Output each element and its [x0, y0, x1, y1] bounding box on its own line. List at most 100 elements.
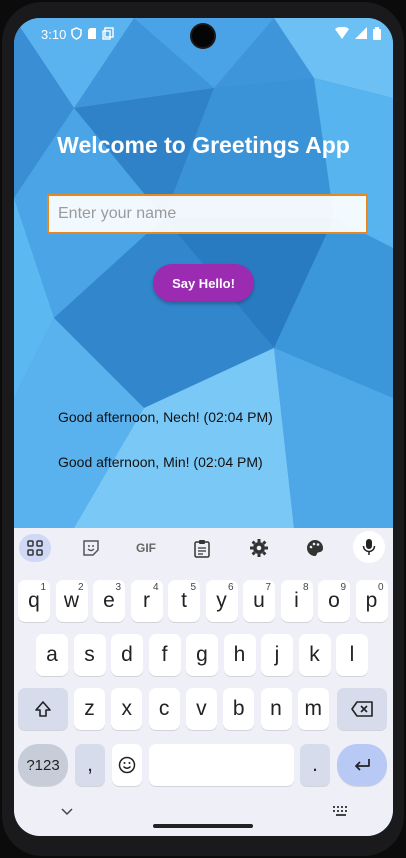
keyboard-switch-icon[interactable] [333, 806, 349, 816]
emoji-icon [118, 756, 136, 774]
key-hint: 7 [265, 582, 271, 593]
key-hint: 0 [377, 582, 384, 593]
key-g[interactable]: g [186, 634, 218, 676]
key-s[interactable]: s [73, 634, 106, 676]
phone-frame: 3:10 Welcome to Greetings App Say Hello!… [2, 2, 404, 856]
status-bar: 3:10 [14, 18, 393, 52]
palette-icon[interactable] [299, 534, 331, 562]
key-w[interactable]: w2 [55, 580, 88, 622]
status-time: 3:10 [41, 27, 67, 42]
key-label: i [294, 589, 299, 612]
key-v[interactable]: v [185, 688, 217, 730]
key-hint: 2 [77, 582, 84, 593]
emoji-key[interactable] [112, 744, 142, 786]
key-label: m [304, 697, 323, 720]
key-hint: 5 [190, 582, 196, 593]
key-d[interactable]: d [111, 634, 143, 676]
symbols-key[interactable]: ?123 [18, 744, 68, 786]
enter-key[interactable] [337, 744, 387, 786]
key-m[interactable]: m [297, 688, 329, 730]
screenshot-icon [102, 27, 114, 40]
key-x[interactable]: x [111, 688, 143, 730]
key-label: q [28, 589, 40, 612]
shield-icon [71, 27, 82, 40]
soft-keyboard: GIF q1w2e3r4t5y6u7i8o9p0 asdfghjkl zxcvb… [14, 528, 393, 836]
key-label: h [233, 643, 246, 666]
key-label: t [181, 589, 187, 612]
key-label: r [143, 589, 150, 612]
key-label: o [328, 589, 340, 612]
wifi-icon [335, 27, 349, 39]
key-label: w [63, 589, 80, 612]
navigation-bar [14, 798, 393, 836]
comma-key[interactable]: , [75, 744, 105, 786]
front-camera [192, 25, 214, 47]
key-k[interactable]: k [298, 634, 331, 676]
key-hint: 3 [115, 582, 121, 593]
key-label: y [216, 589, 227, 612]
keyboard-toolbar: GIF [14, 528, 393, 568]
key-hint: 4 [152, 582, 159, 593]
space-key[interactable] [149, 744, 294, 786]
key-label: n [270, 697, 282, 720]
key-label: a [46, 643, 58, 666]
key-label: k [309, 643, 320, 666]
key-l[interactable]: l [336, 634, 368, 676]
key-hint: 1 [40, 582, 46, 593]
key-c[interactable]: c [148, 688, 180, 730]
sticker-icon[interactable] [75, 534, 107, 562]
key-u[interactable]: u7 [243, 580, 275, 622]
key-label: v [196, 697, 207, 720]
hide-keyboard-icon[interactable] [61, 808, 73, 816]
key-o[interactable]: o9 [318, 580, 350, 622]
apps-icon[interactable] [19, 534, 51, 562]
key-label: z [84, 697, 95, 720]
key-label: g [196, 643, 208, 666]
gear-icon[interactable] [243, 534, 275, 562]
key-y[interactable]: y6 [205, 580, 238, 622]
key-b[interactable]: b [223, 688, 255, 730]
key-label: b [232, 697, 245, 720]
key-hint: 9 [340, 582, 346, 593]
signal-icon [355, 27, 367, 39]
period-key[interactable]: . [300, 744, 330, 786]
key-label: l [349, 643, 355, 666]
microphone-icon[interactable] [353, 531, 385, 563]
sd-card-icon [88, 28, 96, 39]
key-a[interactable]: a [36, 634, 68, 676]
key-label: c [158, 697, 170, 720]
key-f[interactable]: f [148, 634, 181, 676]
key-label: e [103, 589, 115, 612]
key-j[interactable]: j [261, 634, 293, 676]
name-input[interactable] [47, 194, 368, 234]
home-gesture-bar[interactable] [153, 824, 253, 828]
say-hello-button[interactable]: Say Hello! [153, 264, 254, 302]
clipboard-icon[interactable] [186, 534, 218, 562]
key-label: d [121, 643, 133, 666]
page-title: Welcome to Greetings App [57, 132, 350, 158]
greeting-item: Good afternoon, Nech! (02:04 PM) [58, 409, 273, 425]
key-z[interactable]: z [74, 688, 105, 730]
key-hint: 6 [227, 582, 234, 593]
screen: 3:10 Welcome to Greetings App Say Hello!… [14, 18, 393, 836]
key-hint: 8 [302, 582, 309, 593]
key-i[interactable]: i8 [280, 580, 313, 622]
key-p[interactable]: p0 [355, 580, 388, 622]
key-label: f [161, 643, 168, 666]
greeting-item: Good afternoon, Min! (02:04 PM) [58, 454, 263, 470]
key-e[interactable]: e3 [93, 580, 125, 622]
key-label: j [274, 643, 280, 666]
key-h[interactable]: h [223, 634, 256, 676]
battery-icon [373, 27, 381, 40]
key-label: u [253, 589, 265, 612]
key-n[interactable]: n [260, 688, 292, 730]
key-r[interactable]: r4 [130, 580, 163, 622]
key-label: s [84, 643, 95, 666]
key-label: x [121, 697, 133, 720]
key-t[interactable]: t5 [168, 580, 200, 622]
backspace-key[interactable] [337, 688, 387, 730]
key-q[interactable]: q1 [18, 580, 50, 622]
shift-key[interactable] [18, 688, 68, 730]
gif-button[interactable]: GIF [130, 534, 162, 562]
key-label: p [365, 589, 378, 612]
